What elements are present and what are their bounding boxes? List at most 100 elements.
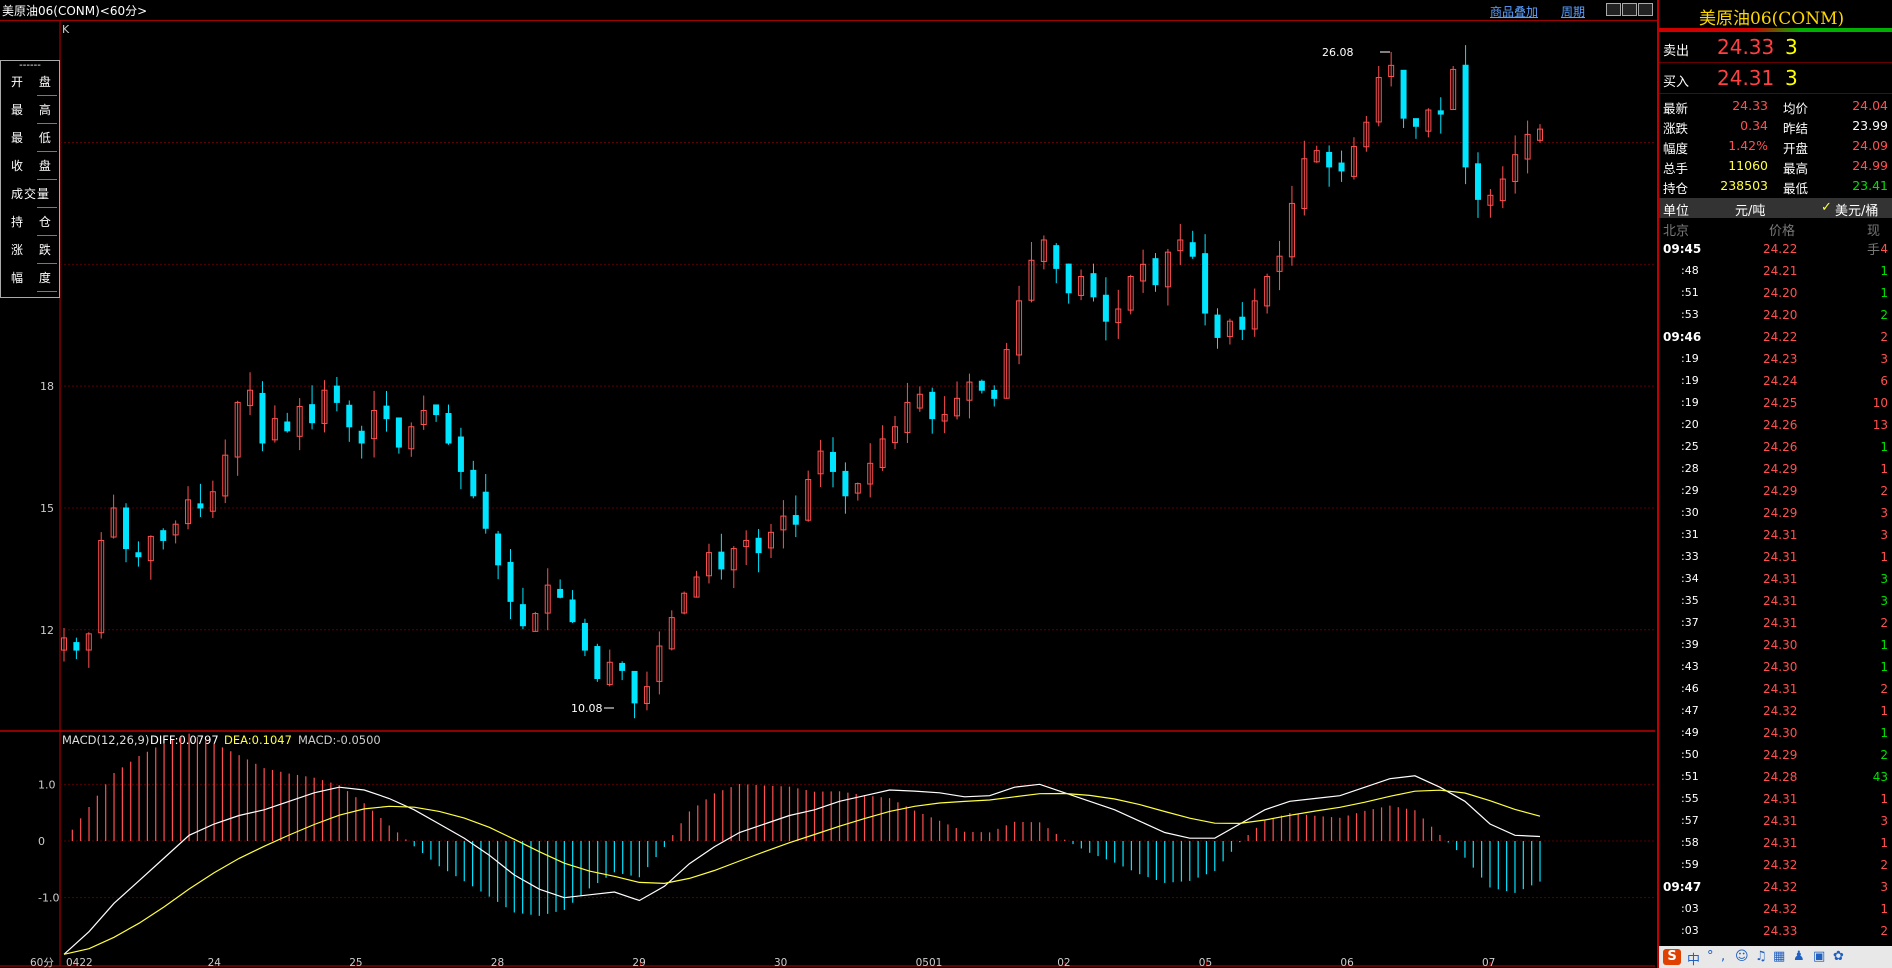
tick-volume: 2	[1880, 858, 1888, 872]
tick-row: :29 24.29 2	[1659, 480, 1892, 502]
peak-price-label: 26.08	[1322, 46, 1354, 59]
unit-label: 单位	[1663, 204, 1690, 219]
candle-down	[1090, 273, 1097, 298]
tick-time: 09:46	[1663, 330, 1702, 344]
tick-time: :50	[1681, 748, 1699, 761]
tick-price: 24.21	[1763, 264, 1798, 278]
restore-window-button[interactable]	[1622, 3, 1637, 16]
time-axis-label: 25	[349, 957, 362, 968]
candle-down	[718, 551, 725, 570]
tile-window-button[interactable]	[1606, 3, 1621, 16]
overlay-commodity-link[interactable]: 商品叠加	[1490, 3, 1538, 20]
ime-emoji-icon[interactable]: ☺	[1735, 949, 1749, 964]
unit-row[interactable]: 单位 元/吨 ✓ 美元/桶	[1659, 198, 1892, 219]
kline-svg[interactable]: K 26.08 10.08 MACD(12,26,9) DIFF:0.0797 …	[0, 21, 1656, 968]
ime-settings-icon[interactable]: ✿	[1833, 949, 1844, 964]
ohlc-label-oi: 持 仓	[1, 212, 59, 240]
tick-price: 24.29	[1763, 462, 1798, 476]
tick-price: 24.31	[1763, 682, 1798, 696]
tick-price: 24.23	[1763, 352, 1798, 366]
sell-label: 卖出	[1663, 44, 1690, 59]
tick-time: :48	[1681, 264, 1699, 277]
tick-row: :59 24.32 2	[1659, 854, 1892, 876]
quote-label: 涨跌	[1663, 121, 1689, 136]
tick-time: :47	[1681, 704, 1699, 717]
price-axis-label: 15	[40, 502, 54, 515]
candle-down	[309, 404, 316, 424]
tick-row: :39 24.30 1	[1659, 634, 1892, 656]
unit-alt[interactable]: 美元/桶	[1835, 200, 1878, 219]
ime-punct-icon[interactable]: ,	[1721, 949, 1725, 964]
candle-down	[594, 646, 601, 680]
tick-row: :34 24.31 3	[1659, 568, 1892, 590]
candle-down	[557, 588, 564, 598]
ohlc-label-change: 涨 跌	[1, 240, 59, 268]
tick-price: 24.25	[1763, 396, 1798, 410]
tick-volume: 3	[1880, 528, 1888, 542]
candle-down	[1214, 314, 1221, 338]
tick-volume: 2	[1880, 924, 1888, 938]
time-axis-label: 30	[774, 957, 787, 968]
tick-volume: 2	[1880, 308, 1888, 322]
tick-header-time: 北京	[1663, 224, 1690, 239]
ime-toolbox-icon[interactable]: ▣	[1813, 949, 1825, 964]
period-link[interactable]: 周期	[1561, 3, 1585, 20]
tick-row: :31 24.31 3	[1659, 524, 1892, 546]
quote-header: 美原油06(CONM)	[1659, 0, 1892, 32]
tick-volume: 1	[1880, 264, 1888, 278]
tick-time: :46	[1681, 682, 1699, 695]
tick-price: 24.32	[1763, 858, 1798, 872]
kline-chart-area[interactable]: K 26.08 10.08 MACD(12,26,9) DIFF:0.0797 …	[0, 21, 1656, 968]
time-axis-label: 24	[208, 957, 222, 968]
quote-label: 最新	[1663, 101, 1689, 116]
candle-down	[395, 417, 402, 448]
candle-down	[507, 561, 514, 602]
candle-down	[135, 552, 142, 558]
quote-row: 涨跌 0.34 昨结 23.99	[1659, 116, 1892, 136]
quote-value: 24.09	[1852, 138, 1888, 153]
tick-volume: 3	[1880, 814, 1888, 828]
ime-skin-icon[interactable]: ♟	[1793, 949, 1805, 964]
macd-title: MACD(12,26,9)	[62, 733, 149, 747]
tick-time: :34	[1681, 572, 1699, 585]
tick-volume: 3	[1880, 594, 1888, 608]
quote-value: 23.41	[1852, 178, 1888, 193]
time-axis-label: 0422	[66, 957, 93, 968]
ime-chinese-icon[interactable]: 中	[1687, 949, 1700, 968]
candle-down	[830, 451, 837, 472]
candle-down	[792, 515, 799, 525]
tick-volume: 1	[1880, 836, 1888, 850]
tick-row: :50 24.29 2	[1659, 744, 1892, 766]
quote-panel: 美原油06(CONM) 卖出 24.33 3 买入 24.31 3 最新 24.3…	[1657, 0, 1892, 968]
ime-voice-icon[interactable]: ♫	[1755, 949, 1767, 964]
tick-volume: 43	[1872, 770, 1888, 784]
tick-price: 24.29	[1763, 506, 1798, 520]
tick-row: :03 24.33 2	[1659, 920, 1892, 942]
tick-price: 24.29	[1763, 484, 1798, 498]
tick-row: :53 24.20 2	[1659, 304, 1892, 326]
tick-time: 09:47	[1663, 880, 1702, 894]
tick-row: :48 24.21 1	[1659, 260, 1892, 282]
tick-price: 24.28	[1763, 770, 1798, 784]
tick-header-price: 价格	[1769, 224, 1796, 239]
candle-down	[1462, 64, 1469, 168]
tick-price: 24.33	[1763, 924, 1798, 938]
unit-value[interactable]: 元/吨	[1735, 200, 1765, 219]
ime-degree-icon[interactable]: °	[1707, 949, 1714, 964]
tick-price: 24.22	[1763, 330, 1798, 344]
quote-row: 持仓 238503 最低 23.41	[1659, 176, 1892, 196]
close-window-button[interactable]	[1638, 3, 1653, 16]
ime-taskbar[interactable]: S 中 ° , ☺ ♫ ▦ ♟ ▣ ✿	[1659, 946, 1892, 968]
tick-list[interactable]: 09:45 24.22 4:48 24.21 1:51 24.20 1:53 24.20 2 09…	[1659, 238, 1892, 942]
tick-volume: 3	[1880, 506, 1888, 520]
ohlc-label-pct: 幅 度	[1, 268, 59, 296]
period-label: 60分	[30, 957, 54, 968]
candle-down	[197, 503, 204, 509]
quote-label: 最高	[1783, 161, 1809, 176]
macd-dea-line	[63, 789, 1541, 955]
ime-logo-icon[interactable]: S	[1663, 949, 1681, 965]
sell-volume: 3	[1785, 35, 1798, 59]
ohlc-label-high: 最 高	[1, 100, 59, 128]
ime-keyboard-icon[interactable]: ▦	[1773, 949, 1785, 964]
ohlc-dash: ------	[19, 60, 41, 71]
